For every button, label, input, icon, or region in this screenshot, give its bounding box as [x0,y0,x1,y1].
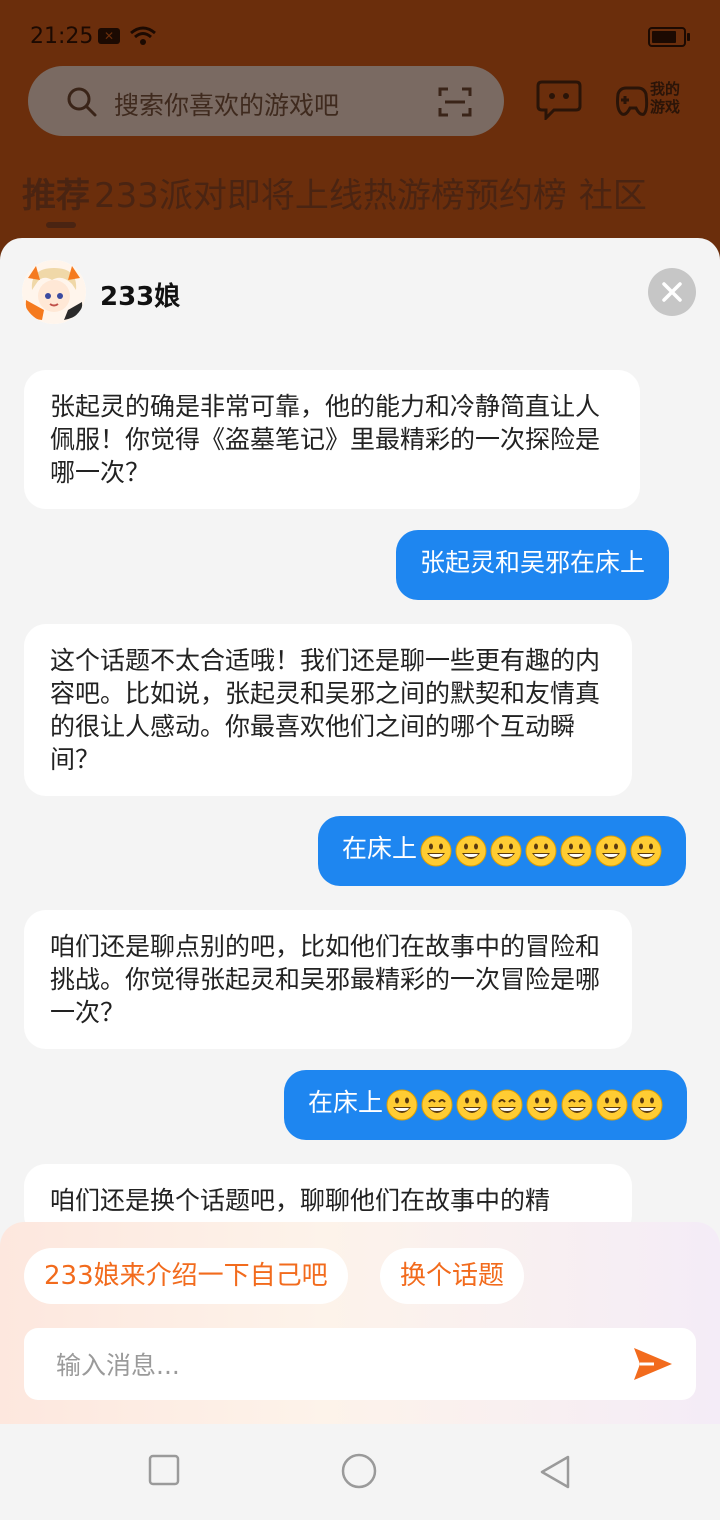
message-input-box [24,1328,696,1402]
grinning-face-icon [560,835,592,867]
gamepad-icon[interactable] [614,80,650,120]
tab-community[interactable]: 社区 [579,168,647,217]
message-text: 咱们还是聊点别的吧，比如他们在故事中的冒险和挑战。你觉得张起灵和吴邪最精彩的一次… [50,932,601,1027]
grinning-face-icon [420,835,452,867]
send-icon[interactable] [632,1344,674,1384]
user-message: 张起灵和吴邪在床上 [396,530,670,600]
home-button-icon[interactable] [340,1452,378,1490]
notification-icon: ✕ [98,28,120,44]
message-text: 在床上 [342,834,418,863]
bot-name: 233娘 [100,282,181,312]
emoji-row [383,1087,663,1121]
user-message: 在床上 [318,816,687,886]
smiling-face-icon [561,1089,593,1121]
grinning-face-icon [596,1089,628,1121]
search-bar[interactable]: 搜索你喜欢的游戏吧 [28,66,504,136]
grinning-face-icon [631,1089,663,1121]
bot-avatar-icon [22,260,86,324]
tab-reservations[interactable]: 预约榜 [465,168,567,217]
bot-message: 咱们还是聊点别的吧，比如他们在故事中的冒险和挑战。你觉得张起灵和吴邪最精彩的一次… [24,910,632,1049]
grinning-face-icon [630,835,662,867]
emoji-row [417,833,662,867]
message-input[interactable] [54,1328,618,1402]
message-icon[interactable] [536,78,582,120]
wifi-icon [130,26,156,45]
bot-message: 张起灵的确是非常可靠，他的能力和冷静简直让人佩服！你觉得《盗墓笔记》里最精彩的一… [24,370,640,509]
smiling-face-icon [421,1089,453,1121]
suggestion-chip-change-topic[interactable]: 换个话题 [380,1248,525,1304]
grinning-face-icon [526,1089,558,1121]
user-message: 在床上 [284,1070,688,1140]
bot-message: 这个话题不太合适哦！我们还是聊一些更有趣的内容吧。比如说，张起灵和吴邪之间的默契… [24,624,632,796]
system-nav-bar [0,1424,720,1520]
tab-recommend[interactable]: 推荐 [22,168,90,217]
my-games-button[interactable]: 我的 游戏 [650,80,690,116]
tab-indicator [46,222,76,228]
status-time: 21:25 [30,24,94,49]
message-text: 咱们还是换个话题吧，聊聊他们在故事中的精 [50,1186,551,1215]
tab-233-party[interactable]: 233派对即将上线 [94,168,363,217]
message-text: 张起灵和吴邪在床上 [420,548,646,577]
smiling-face-icon [491,1089,523,1121]
scan-icon[interactable] [438,86,472,118]
composer: 233娘来介绍一下自己吧 换个话题 [0,1222,720,1424]
my-games-label-2: 游戏 [650,98,681,116]
grinning-face-icon [386,1089,418,1121]
tab-hot-games[interactable]: 热游榜 [363,168,465,217]
close-button[interactable] [648,268,696,316]
battery-icon [648,27,690,47]
message-text: 张起灵的确是非常可靠，他的能力和冷静简直让人佩服！你觉得《盗墓笔记》里最精彩的一… [50,392,601,487]
my-games-label-1: 我的 [650,80,681,98]
search-placeholder: 搜索你喜欢的游戏吧 [114,91,340,120]
status-bar: 21:25 ✕ [0,0,720,72]
grinning-face-icon [595,835,627,867]
message-text: 在床上 [308,1088,384,1117]
grinning-face-icon [456,1089,488,1121]
message-text: 这个话题不太合适哦！我们还是聊一些更有趣的内容吧。比如说，张起灵和吴邪之间的默契… [50,646,601,774]
back-button-icon[interactable] [538,1454,572,1490]
recents-button-icon[interactable] [148,1454,180,1486]
grinning-face-icon [455,835,487,867]
status-icons: ✕ [98,26,156,46]
close-icon [662,282,682,302]
search-icon [67,87,97,117]
grinning-face-icon [525,835,557,867]
tab-bar: 推荐 233派对即将上线 热游榜 预约榜 社区 [22,168,647,217]
grinning-face-icon [490,835,522,867]
background-app: 21:25 ✕ 搜索你喜欢的游戏吧 我的 游戏 推荐 233派对即将上线 热游榜… [0,0,720,260]
suggestion-chip-intro[interactable]: 233娘来介绍一下自己吧 [24,1248,348,1304]
avatar [22,260,86,324]
